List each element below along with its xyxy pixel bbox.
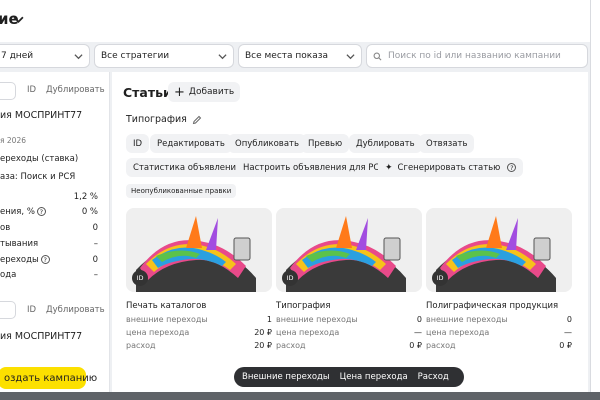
- id-chip[interactable]: ID: [126, 134, 150, 153]
- article-card[interactable]: ID Типография внешние переходы 0 цена пер…: [276, 208, 422, 350]
- metric-row: расход 0 ₽: [276, 341, 422, 350]
- articles-panel: Статьи + Добавить Типография ID Редактир…: [112, 72, 588, 392]
- duplicate-button[interactable]: Дублировать: [46, 305, 105, 315]
- duplicate-article-button[interactable]: Дублировать: [349, 134, 422, 153]
- article-image: ID: [126, 208, 272, 292]
- metric-row: расход 20 ₽: [126, 341, 272, 350]
- id-button[interactable]: ID: [27, 305, 36, 315]
- paint-splash-image: [276, 208, 422, 292]
- article-group-title: Типография: [126, 114, 202, 125]
- metric-toggle-click-price[interactable]: Цена перехода: [340, 372, 408, 382]
- placement-select[interactable]: Все места показа: [238, 44, 362, 68]
- campaign-strategy: ереходы (ставка): [0, 154, 79, 164]
- metric-row: тывания –: [0, 239, 98, 249]
- edit-button[interactable]: Редактировать: [150, 134, 232, 153]
- campaign-name[interactable]: ия МОСПРИНТ77: [0, 110, 82, 121]
- article-card[interactable]: ID Полиграфическая продукция внешние пер…: [426, 208, 572, 350]
- paint-splash-image: [426, 208, 572, 292]
- ad-stats-button[interactable]: Статистика объявлений: [126, 158, 249, 177]
- campaign-date: я 2026: [0, 136, 26, 145]
- metric-toggle-spend[interactable]: Расход: [418, 372, 449, 382]
- article-image: ID: [426, 208, 572, 292]
- metric-toggle-external-clicks[interactable]: Внешние переходы: [242, 372, 330, 382]
- article-title[interactable]: Полиграфическая продукция: [426, 301, 572, 311]
- search-input[interactable]: Поиск по id или названию кампании: [366, 44, 588, 68]
- rsya-settings-button[interactable]: Настроить объявления для РСЯ: [236, 158, 393, 177]
- metric-row: внешние переходы 0: [276, 315, 422, 324]
- pencil-icon[interactable]: [192, 115, 202, 125]
- metric-row: ереходы? 0: [0, 255, 98, 265]
- metric-row: цена перехода —: [276, 328, 422, 337]
- filters-bar: 7 дней Все стратегии Все места показа По…: [0, 44, 590, 70]
- article-image: ID: [276, 208, 422, 292]
- campaign-checkbox[interactable]: [0, 82, 16, 100]
- metric-row: цена перехода 20 ₽: [126, 328, 272, 337]
- preview-button[interactable]: Превью: [301, 134, 350, 153]
- campaign-checkbox[interactable]: [0, 301, 16, 319]
- id-badge[interactable]: ID: [132, 270, 148, 286]
- chevron-down-icon[interactable]: [13, 14, 24, 25]
- sparkle-icon: ✦: [385, 162, 393, 173]
- right-panel-edge: [590, 0, 600, 400]
- add-article-button[interactable]: + Добавить: [168, 82, 241, 102]
- id-button[interactable]: ID: [27, 85, 36, 95]
- help-icon[interactable]: ?: [36, 207, 46, 216]
- article-card[interactable]: ID Печать каталогов внешние переходы 1 це…: [126, 208, 272, 350]
- metric-row: цена перехода —: [426, 328, 572, 337]
- article-title[interactable]: Печать каталогов: [126, 301, 272, 311]
- paint-splash-image: [126, 208, 272, 292]
- help-icon[interactable]: ?: [507, 163, 517, 172]
- publish-button[interactable]: Опубликовать: [228, 134, 306, 153]
- metric-row: внешние переходы 1: [126, 315, 272, 324]
- metrics-toolbar: Внешние переходы Цена перехода Расход: [234, 367, 464, 387]
- search-icon: [373, 52, 382, 60]
- duplicate-button[interactable]: Дублировать: [46, 85, 105, 95]
- top-header: ие: [0, 0, 590, 42]
- bottom-edge-bar: [0, 392, 600, 400]
- metric-row: ов 0: [0, 223, 98, 233]
- chevron-down-icon: [346, 53, 355, 59]
- metric-row: ения, %? 0 %: [0, 207, 98, 217]
- chevron-down-icon: [218, 53, 227, 59]
- campaign-sidebar: ID Дублировать ия МОСПРИНТ77 я 2026 ерех…: [0, 72, 110, 392]
- section-title: Статьи: [123, 85, 172, 100]
- status-badge: Неопубликованные правки: [126, 184, 237, 198]
- id-badge[interactable]: ID: [432, 270, 448, 286]
- generate-article-button[interactable]: ✦ Сгенерировать статью ?: [378, 158, 524, 177]
- article-title[interactable]: Типография: [276, 301, 422, 311]
- campaign-places: аза: Поиск и РСЯ: [0, 172, 76, 182]
- unlink-button[interactable]: Отвязать: [419, 134, 475, 153]
- metric-row: расход 0 ₽: [426, 341, 572, 350]
- metric-row: внешние переходы 0: [426, 315, 572, 324]
- metric-row: ода –: [0, 270, 98, 280]
- strategy-select[interactable]: Все стратегии: [94, 44, 234, 68]
- period-select[interactable]: 7 дней: [0, 44, 90, 68]
- plus-icon: +: [174, 84, 185, 100]
- help-icon[interactable]: ?: [40, 255, 50, 264]
- id-badge[interactable]: ID: [282, 270, 298, 286]
- campaign-name[interactable]: ия МОСПРИНТ77: [0, 331, 82, 342]
- create-campaign-button[interactable]: оздать кампанию: [0, 367, 97, 389]
- chevron-down-icon: [74, 53, 83, 59]
